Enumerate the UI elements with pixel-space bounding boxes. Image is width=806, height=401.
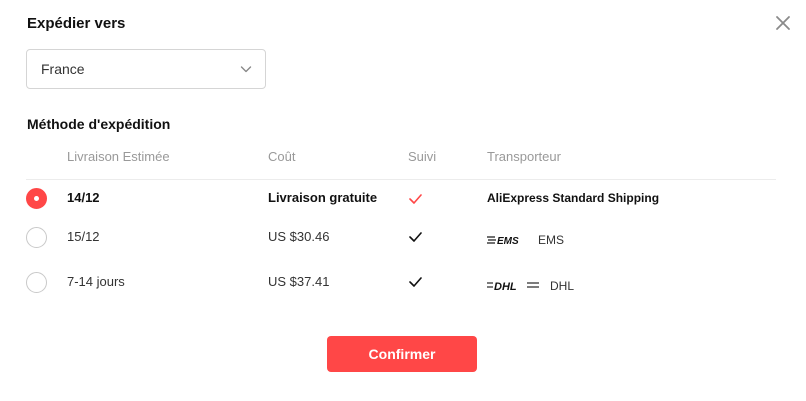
shipping-cost: Livraison gratuite [268,190,378,205]
shipping-cost: US $37.41 [268,274,330,289]
shipping-method-title: Méthode d'expédition [27,116,171,132]
country-select-value: France [41,61,85,77]
carrier-name: AliExpress Standard Shipping [487,191,660,205]
shipping-cost: US $30.46 [268,229,330,244]
shipping-option-row[interactable]: 7-14 jours US $37.41 DHL DHL [0,265,806,301]
delivery-date: 15/12 [67,229,100,244]
header-delivery: Livraison Estimée [67,149,170,164]
shipping-option-row[interactable]: 14/12 Livraison gratuite AliExpress Stan… [0,180,806,216]
ems-logo-icon: EMS [487,236,519,246]
country-select[interactable]: France [26,49,266,89]
radio-selected[interactable] [26,188,47,209]
dialog-title: Expédier vers [27,15,126,32]
svg-text:DHL: DHL [494,281,517,293]
chevron-down-icon [240,66,252,73]
svg-text:EMS: EMS [497,236,519,246]
header-cost: Coût [268,149,296,164]
shipping-option-row[interactable]: 15/12 US $30.46 EMS EMS [0,220,806,256]
carrier-name: DHL [550,279,575,293]
radio-unselected[interactable] [26,272,47,293]
header-carrier: Transporteur [487,149,561,164]
carrier-name: EMS [538,233,565,247]
delivery-date: 14/12 [67,190,100,205]
delivery-date: 7-14 jours [67,274,125,289]
check-icon [409,194,422,204]
check-icon [409,277,422,287]
header-tracking: Suivi [408,149,437,164]
radio-unselected[interactable] [26,227,47,248]
dhl-logo-icon: DHL [487,281,539,293]
check-icon [409,232,422,242]
confirm-button[interactable]: Confirmer [327,336,477,372]
close-icon[interactable] [775,15,791,31]
